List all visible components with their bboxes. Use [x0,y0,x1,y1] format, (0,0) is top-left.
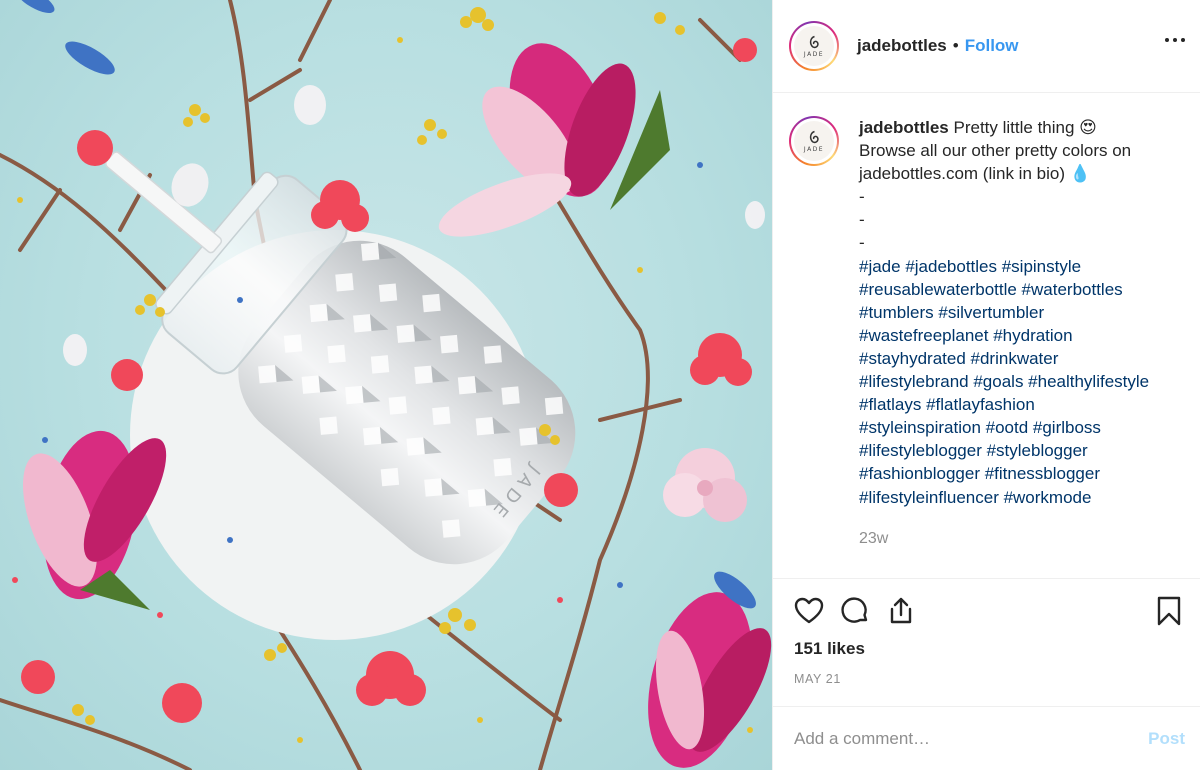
caption-line: - [859,233,865,253]
bookmark-icon[interactable] [1153,595,1185,627]
hashtag-line[interactable]: #jade #jadebottles #sipinstyle [859,255,1189,278]
comment-form: Post [773,706,1200,770]
post-comment-button[interactable]: Post [1148,729,1185,749]
hashtag-line[interactable]: #lifestyleblogger #styleblogger [859,439,1189,462]
post-date[interactable]: MAY 21 [794,672,841,686]
caption-line: - [859,210,865,230]
caption-line: Browse all our other pretty colors on [859,141,1132,161]
jade-logo-icon [809,130,819,143]
caption-text: jadebottles Pretty little thing 😍 Browse… [859,116,1189,550]
header-separator: • [952,36,959,55]
post-header: JADE jadebottles • Follow [773,0,1200,93]
caption-line: - [859,187,865,207]
magnolia-bottom-right [648,592,772,768]
hashtag-line[interactable]: #stayhydrated #drinkwater [859,347,1189,370]
heart-icon[interactable] [793,595,825,627]
hashtag-line[interactable]: #flatlays #flatlayfashion [859,393,1189,416]
caption-line: Pretty little thing 😍 [953,118,1097,137]
caption-line: jadebottles.com (link in bio) 💧 [859,164,1091,184]
product-photo-illustration: JADE [0,0,772,770]
post-caption: JADE jadebottles Pretty little thing 😍 B… [789,116,1189,550]
comment-icon[interactable] [839,595,871,627]
post-details-panel: JADE jadebottles • Follow JADE jadebottl… [772,0,1200,770]
caption-timestamp[interactable]: 23w [859,527,1189,550]
avatar-brand-text: JADE [803,50,825,58]
likes-count[interactable]: 151 likes [794,639,865,659]
hashtag-line[interactable]: #styleinspiration #ootd #girlboss [859,416,1189,439]
cherry-blossom [663,448,747,522]
post-actions: 151 likes MAY 21 [773,578,1200,706]
hashtag-line[interactable]: #wastefreeplanet #hydration [859,324,1189,347]
share-icon[interactable] [885,595,917,627]
comment-input[interactable] [794,728,1149,749]
avatar-brand-text: JADE [803,145,825,153]
avatar[interactable]: JADE [789,21,839,71]
hashtag-line[interactable]: #lifestyleinfluencer #workmode [859,486,1189,509]
jade-logo-icon [809,35,819,48]
hashtag-line[interactable]: #lifestylebrand #goals #healthylifestyle [859,370,1189,393]
caption-avatar[interactable]: JADE [789,116,839,166]
hashtag-line[interactable]: #tumblers #silvertumbler [859,301,1189,324]
post-photo[interactable]: JADE [0,0,772,770]
follow-button[interactable]: Follow [965,36,1019,56]
hashtag-line[interactable]: #reusablewaterbottle #waterbottles [859,278,1189,301]
hashtag-line[interactable]: #fashionblogger #fitnessblogger [859,462,1189,485]
magnolia-top [438,43,670,237]
header-username[interactable]: jadebottles [857,36,947,56]
caption-username[interactable]: jadebottles [859,118,949,137]
more-options-icon[interactable] [1165,38,1185,42]
